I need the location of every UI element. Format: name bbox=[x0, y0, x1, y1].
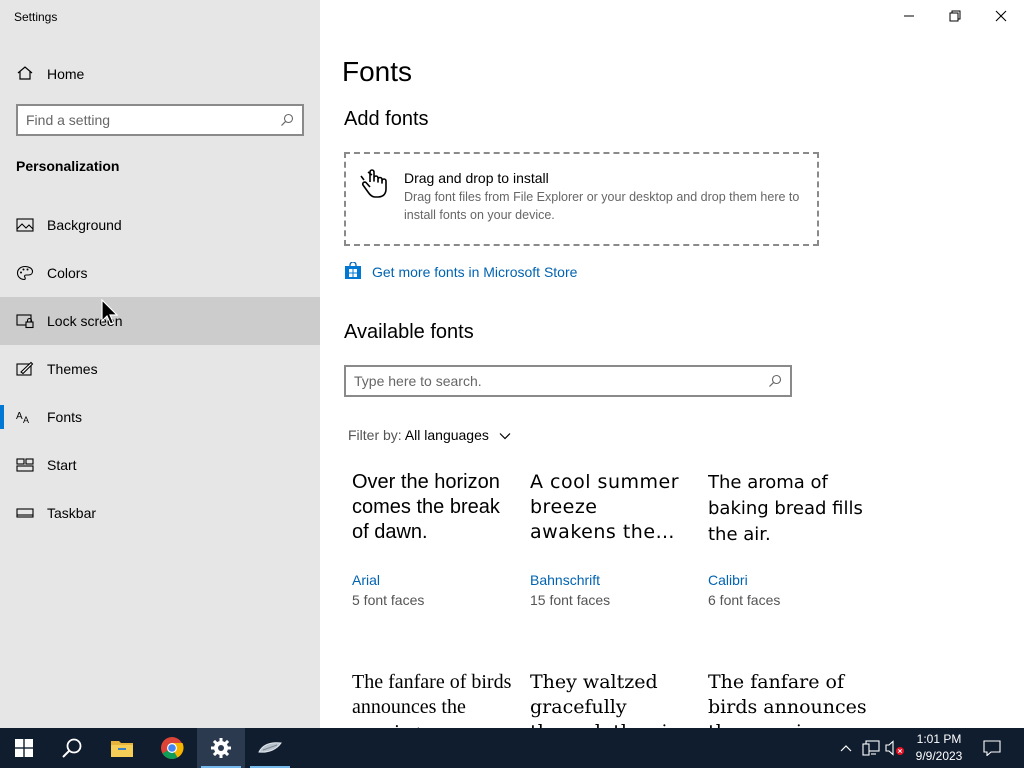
sidebar-item-label: Taskbar bbox=[47, 505, 97, 521]
taskbar-search-button[interactable] bbox=[48, 728, 96, 768]
chevron-down-icon[interactable] bbox=[499, 432, 511, 440]
font-faces: 15 font faces bbox=[530, 592, 611, 608]
font-search-input[interactable] bbox=[354, 372, 754, 390]
themes-brush-icon bbox=[16, 361, 34, 376]
font-card[interactable]: The fanfare of birds announces the morni… bbox=[352, 670, 512, 728]
font-sample: Over the horizon comes the break of dawn… bbox=[352, 471, 500, 543]
font-drop-zone[interactable]: Drag and drop to install Drag font files… bbox=[344, 152, 819, 246]
font-sample: The aroma of baking bread fills the air. bbox=[708, 472, 863, 545]
drop-zone-title: Drag and drop to install bbox=[404, 170, 549, 186]
image-icon bbox=[16, 218, 34, 232]
notification-icon bbox=[983, 740, 1001, 756]
taskbar-chrome[interactable] bbox=[148, 728, 196, 768]
font-faces: 5 font faces bbox=[352, 592, 425, 608]
main-content: Fonts Add fonts Drag and drop to install… bbox=[320, 0, 1024, 728]
sidebar-item-background[interactable]: Background bbox=[0, 201, 320, 249]
taskbar-file-explorer[interactable] bbox=[98, 728, 146, 768]
filter-value[interactable]: All languages bbox=[405, 427, 489, 443]
find-setting-box[interactable] bbox=[16, 104, 304, 136]
sidebar-item-label: Themes bbox=[47, 361, 98, 377]
font-card[interactable]: They waltzed gracefully through the air. bbox=[530, 670, 690, 728]
sidebar-item-label: Lock screen bbox=[47, 313, 123, 329]
clock[interactable]: 1:01 PM 9/9/2023 bbox=[904, 731, 974, 765]
font-card-calibri[interactable]: The aroma of baking bread fills the air.… bbox=[708, 470, 868, 608]
hand-pointer-icon bbox=[360, 169, 387, 198]
start-grid-icon bbox=[16, 458, 34, 472]
sidebar-item-label: Start bbox=[47, 457, 77, 473]
sidebar-home[interactable]: Home bbox=[0, 58, 320, 88]
sidebar-item-label: Colors bbox=[47, 265, 88, 281]
sidebar-item-lock-screen[interactable]: Lock screen bbox=[0, 297, 320, 345]
sidebar-item-themes[interactable]: Themes bbox=[0, 345, 320, 393]
sidebar-item-start[interactable]: Start bbox=[0, 441, 320, 489]
sidebar-item-label: Fonts bbox=[47, 409, 83, 425]
window-title: Settings bbox=[14, 10, 58, 24]
sidebar-item-colors[interactable]: Colors bbox=[0, 249, 320, 297]
search-icon[interactable] bbox=[768, 374, 782, 388]
chrome-icon bbox=[161, 737, 184, 759]
palette-icon bbox=[16, 265, 34, 281]
filter-label: Filter by: bbox=[348, 427, 402, 443]
sidebar-item-fonts[interactable]: AA Fonts bbox=[0, 393, 320, 441]
store-bag-icon bbox=[345, 262, 361, 279]
network-button[interactable] bbox=[860, 728, 882, 768]
font-name: Arial bbox=[352, 572, 381, 588]
add-fonts-heading: Add fonts bbox=[344, 108, 429, 130]
font-sample: A cool summer breeze awakens the… bbox=[530, 471, 680, 543]
app-icon bbox=[258, 742, 282, 753]
clock-time: 1:01 PM bbox=[916, 732, 962, 746]
font-card[interactable]: The fanfare of birds announces the morni… bbox=[708, 670, 868, 728]
home-icon bbox=[17, 66, 33, 80]
font-card-arial[interactable]: Over the horizon comes the break of dawn… bbox=[352, 470, 512, 608]
start-button[interactable] bbox=[0, 728, 48, 768]
restore-button[interactable] bbox=[932, 0, 978, 32]
fonts-icon: AA bbox=[16, 411, 29, 425]
svg-text:A: A bbox=[23, 415, 29, 425]
volume-button[interactable] bbox=[884, 728, 906, 768]
available-fonts-heading: Available fonts bbox=[344, 321, 474, 343]
find-setting-input[interactable] bbox=[26, 111, 274, 129]
search-icon[interactable] bbox=[280, 113, 294, 127]
network-icon bbox=[862, 740, 880, 756]
action-center-button[interactable] bbox=[978, 728, 1006, 768]
svg-text:A: A bbox=[16, 411, 23, 422]
taskbar-settings[interactable] bbox=[197, 728, 245, 768]
drop-zone-description: Drag font files from File Explorer or yo… bbox=[404, 190, 800, 222]
taskbar-icon bbox=[16, 508, 34, 518]
settings-gear-icon bbox=[211, 738, 231, 758]
section-heading: Personalization bbox=[16, 158, 120, 174]
minimize-button[interactable] bbox=[886, 0, 932, 32]
windows-start-icon bbox=[15, 739, 33, 757]
clock-date: 9/9/2023 bbox=[915, 749, 963, 763]
close-icon bbox=[995, 10, 1007, 22]
font-sample: The fanfare of birds announces the morni… bbox=[708, 671, 867, 728]
selection-indicator bbox=[0, 405, 4, 429]
sidebar-home-label: Home bbox=[47, 66, 85, 82]
sidebar: Settings Home Personalization Background… bbox=[0, 0, 320, 728]
taskbar: 1:01 PM 9/9/2023 bbox=[0, 728, 1024, 768]
search-icon bbox=[62, 738, 82, 758]
volume-muted-icon bbox=[885, 740, 904, 756]
sidebar-item-taskbar[interactable]: Taskbar bbox=[0, 489, 320, 537]
taskbar-app[interactable] bbox=[246, 728, 294, 768]
page-title: Fonts bbox=[342, 56, 413, 87]
store-link-label[interactable]: Get more fonts in Microsoft Store bbox=[372, 264, 577, 280]
font-sample: They waltzed gracefully through the air. bbox=[530, 671, 681, 728]
restore-icon bbox=[949, 10, 961, 22]
show-hidden-icons-button[interactable] bbox=[836, 728, 856, 768]
font-sample: The fanfare of birds announces the morni… bbox=[352, 671, 512, 728]
sidebar-item-label: Background bbox=[47, 217, 122, 233]
minimize-icon bbox=[904, 15, 914, 17]
font-name: Calibri bbox=[708, 572, 748, 588]
language-filter[interactable]: Filter by: All languages bbox=[348, 427, 511, 443]
lock-screen-icon bbox=[16, 314, 34, 329]
font-name: Bahnschrift bbox=[530, 572, 601, 588]
font-card-bahnschrift[interactable]: A cool summer breeze awakens the… Bahnsc… bbox=[530, 470, 690, 608]
file-explorer-icon bbox=[111, 741, 133, 757]
chevron-up-icon bbox=[840, 745, 852, 752]
font-faces: 6 font faces bbox=[708, 592, 781, 608]
font-search-box[interactable] bbox=[344, 365, 792, 397]
close-button[interactable] bbox=[978, 0, 1024, 32]
